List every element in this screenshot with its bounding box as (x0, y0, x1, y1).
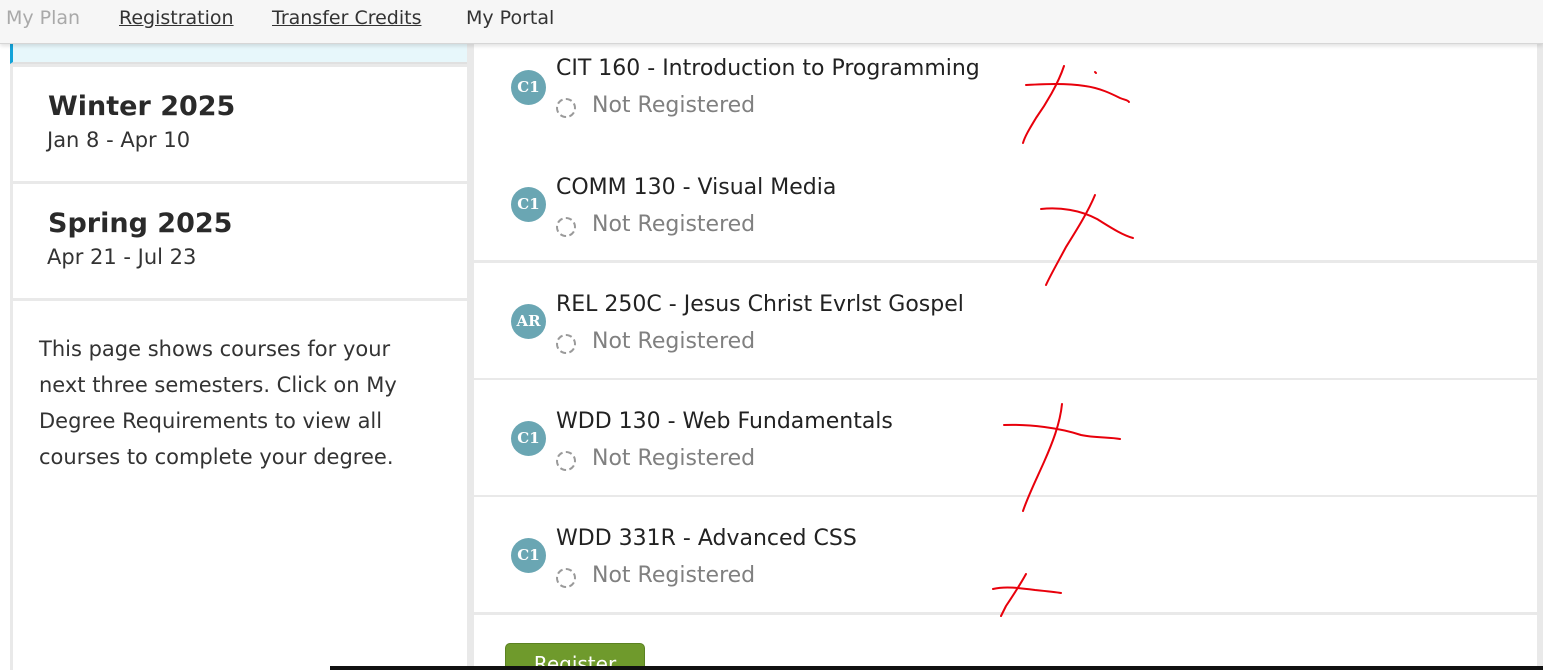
term-sidebar: Winter 2025 Jan 8 - Apr 10 Spring 2025 A… (10, 43, 470, 670)
not-registered-icon (556, 334, 576, 354)
course-list: C1 CIT 160 - Introduction to Programming… (470, 43, 1543, 670)
course-badge: C1 (511, 538, 546, 573)
course-title[interactable]: COMM 130 - Visual Media (556, 174, 836, 202)
nav-transfer-credits[interactable]: Transfer Credits (272, 6, 421, 30)
info-text: This page shows courses for your next th… (39, 337, 397, 469)
top-nav: My Plan Registration Transfer Credits My… (0, 0, 1543, 44)
course-status: Not Registered (592, 329, 756, 354)
term-card-spring-2025[interactable]: Spring 2025 Apr 21 - Jul 23 (13, 184, 467, 298)
register-area: Register (474, 615, 1537, 670)
nav-my-portal[interactable]: My Portal (466, 6, 554, 30)
course-status: Not Registered (592, 212, 756, 237)
not-registered-icon (556, 451, 576, 471)
course-row[interactable]: C1 COMM 130 - Visual Media Not Registere… (474, 145, 1537, 260)
nav-registration[interactable]: Registration (119, 6, 234, 30)
course-title[interactable]: WDD 331R - Advanced CSS (556, 525, 857, 553)
course-status: Not Registered (592, 563, 756, 588)
course-row[interactable]: C1 CIT 160 - Introduction to Programming… (474, 43, 1537, 158)
course-row[interactable]: C1 WDD 331R - Advanced CSS Not Registere… (474, 497, 1537, 612)
course-row[interactable]: C1 WDD 130 - Web Fundamentals Not Regist… (474, 380, 1537, 495)
term-name: Winter 2025 (48, 91, 236, 122)
course-title[interactable]: REL 250C - Jesus Christ Evrlst Gospel (556, 291, 964, 319)
course-title[interactable]: WDD 130 - Web Fundamentals (556, 408, 893, 436)
course-badge: C1 (511, 187, 546, 222)
not-registered-icon (556, 217, 576, 237)
term-name: Spring 2025 (48, 208, 233, 239)
course-title[interactable]: CIT 160 - Introduction to Programming (556, 55, 980, 83)
bottom-edge-bar (330, 666, 1543, 670)
my-plan-page: My Plan Registration Transfer Credits My… (0, 0, 1543, 670)
course-status: Not Registered (592, 93, 756, 118)
not-registered-icon (556, 98, 576, 118)
term-card-winter-2025[interactable]: Winter 2025 Jan 8 - Apr 10 (13, 67, 467, 181)
course-badge: AR (511, 304, 546, 339)
nav-my-plan[interactable]: My Plan (6, 6, 80, 30)
course-badge: C1 (511, 421, 546, 456)
term-dates: Apr 21 - Jul 23 (47, 245, 197, 269)
course-row[interactable]: AR REL 250C - Jesus Christ Evrlst Gospel… (474, 263, 1537, 378)
term-dates: Jan 8 - Apr 10 (47, 128, 191, 152)
course-badge: C1 (511, 70, 546, 105)
course-status: Not Registered (592, 446, 756, 471)
term-current-selected[interactable] (10, 43, 467, 64)
info-card: This page shows courses for your next th… (13, 301, 467, 670)
not-registered-icon (556, 568, 576, 588)
